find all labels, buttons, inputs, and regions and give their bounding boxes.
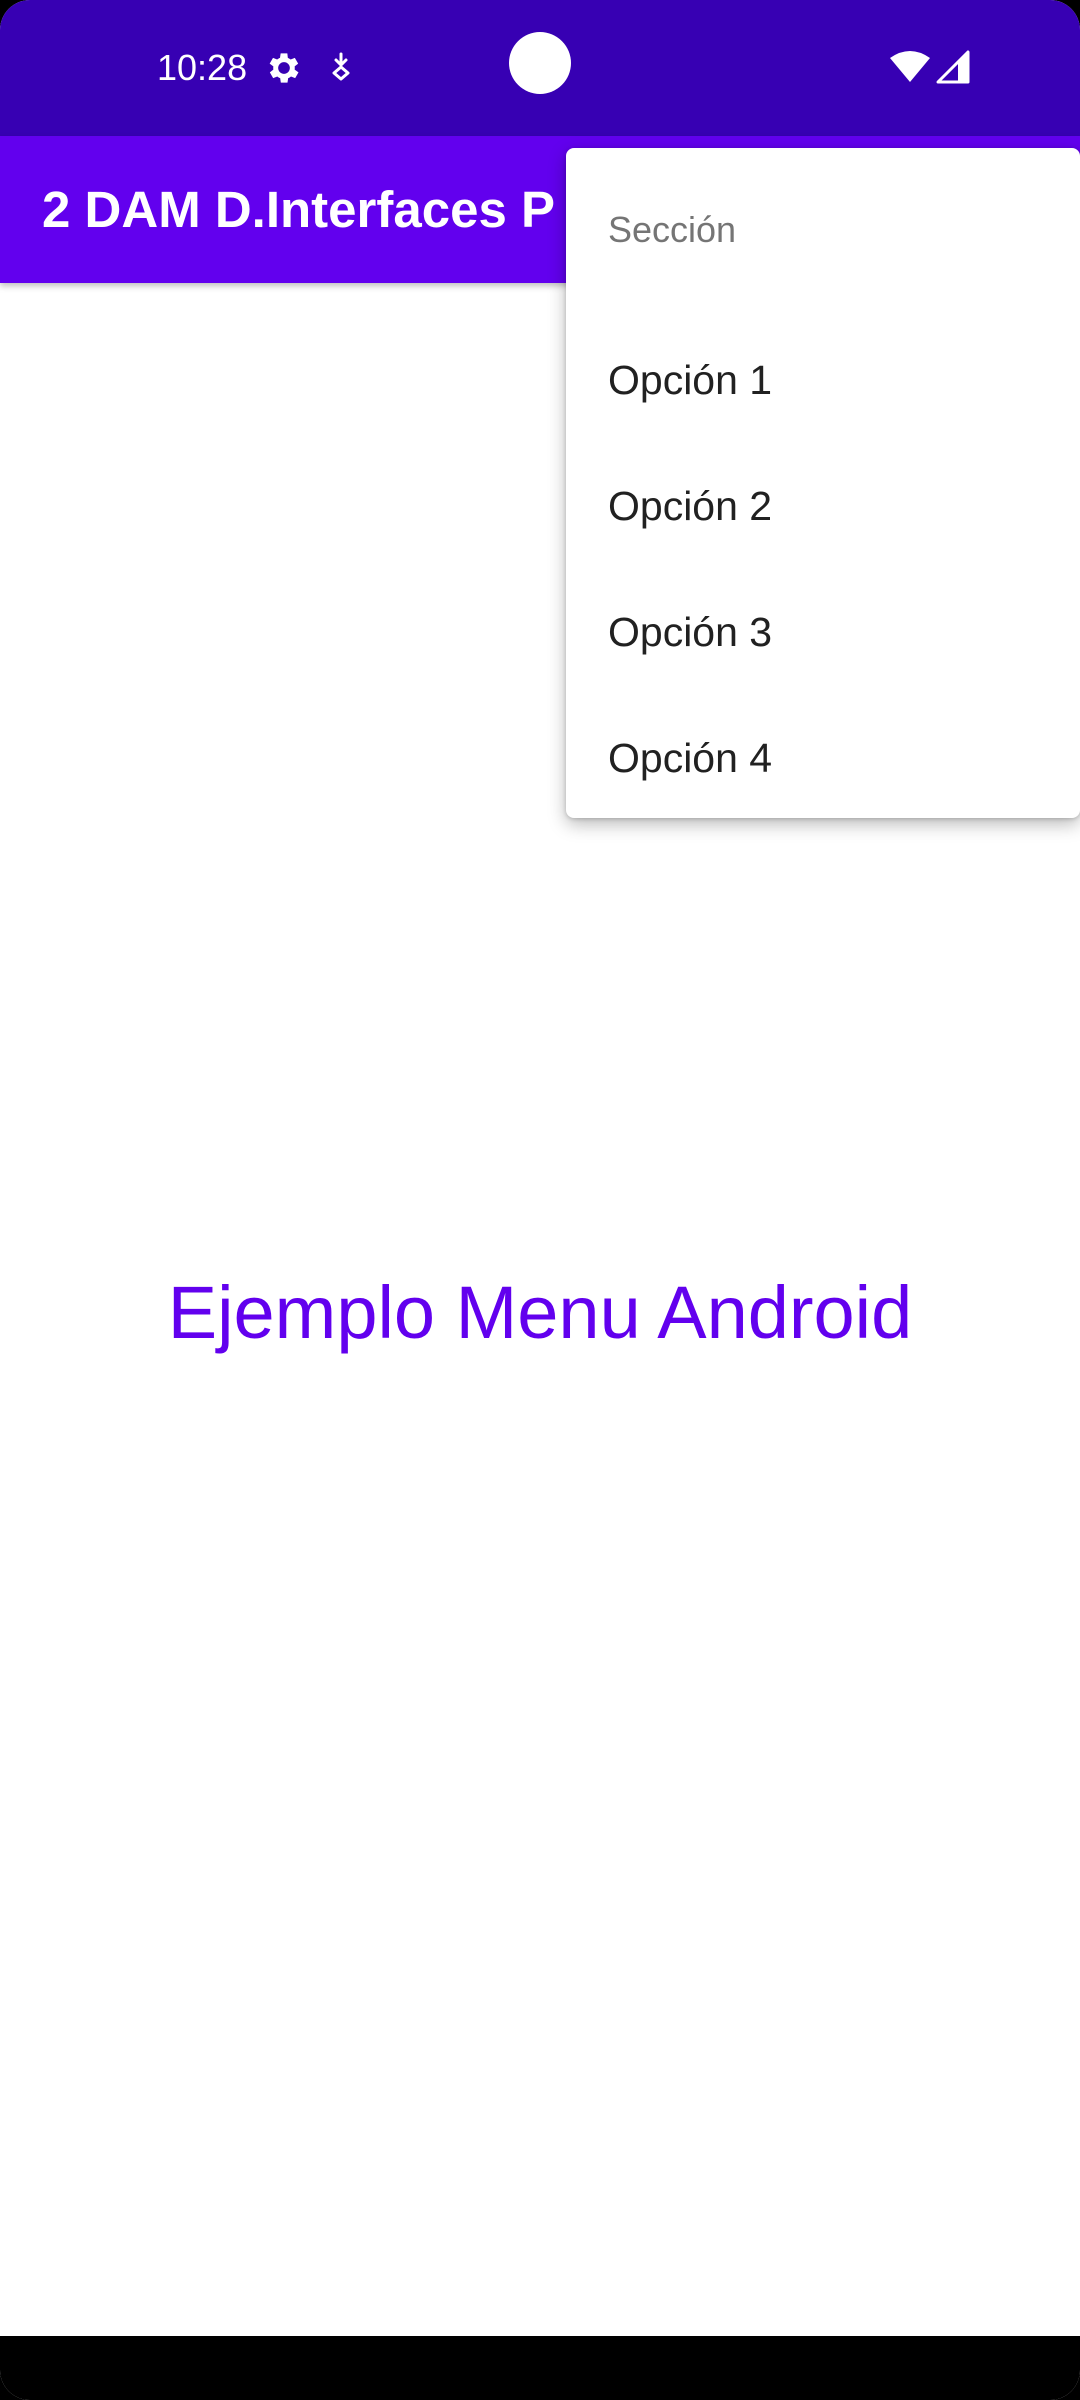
menu-item-label: Opción 3 (608, 609, 773, 655)
menu-item-label: Opción 1 (608, 357, 773, 403)
menu-item-opcion-3[interactable]: Opción 3 (566, 568, 1080, 694)
settings-gear-icon (269, 53, 299, 83)
download-arrow-icon (332, 52, 350, 81)
app-title: 2 DAM D.Interfaces P (42, 181, 555, 238)
menu-item-label: Opción 2 (608, 483, 773, 529)
main-heading: Ejemplo Menu Android (167, 1271, 913, 1354)
menu-item-opcion-2[interactable]: Opción 2 (566, 442, 1080, 568)
menu-item-opcion-1[interactable]: Opción 1 (566, 316, 1080, 442)
status-time: 10:28 (157, 47, 248, 88)
overflow-menu: Sección Opción 1 Opción 2 Opción 3 Opció… (566, 148, 1080, 818)
home-gesture-handle[interactable] (398, 2254, 682, 2266)
cellular-signal-icon (936, 50, 970, 84)
menu-item-opcion-4[interactable]: Opción 4 (566, 694, 1080, 820)
navigation-bar (0, 2336, 1080, 2400)
front-camera (509, 32, 571, 94)
phone-screen: 10:28 2 DAM D.Interfaces P Ejemplo Menu … (0, 0, 1080, 2400)
wifi-icon (890, 51, 930, 82)
status-bar: 10:28 (0, 0, 1080, 136)
menu-item-label: Opción 4 (608, 735, 773, 781)
menu-section-header: Sección (608, 209, 737, 250)
